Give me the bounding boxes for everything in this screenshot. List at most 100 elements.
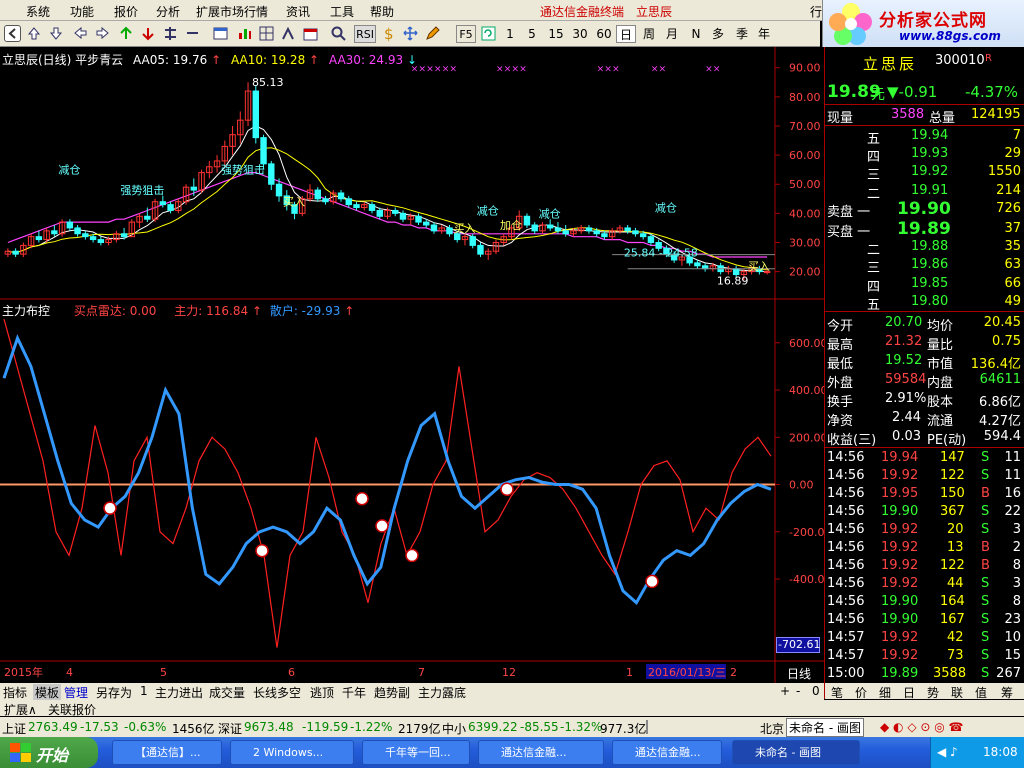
zoom-in-icon[interactable] bbox=[118, 25, 135, 42]
move-icon[interactable] bbox=[402, 25, 419, 42]
sell-row: 卖盘 一 19.90 726 bbox=[825, 199, 1024, 220]
back-icon[interactable] bbox=[4, 25, 21, 42]
stat-value: 59584 bbox=[885, 372, 927, 387]
tab-volume[interactable]: 成交量 bbox=[209, 684, 245, 701]
rsi-button[interactable]: RSI bbox=[354, 25, 376, 43]
drawing-icon[interactable] bbox=[280, 25, 297, 42]
kline-chart[interactable]: 90.0080.0070.0060.0050.0040.0030.0020.00… bbox=[0, 47, 824, 683]
candle bbox=[159, 201, 167, 206]
menu-extended-market[interactable]: 扩展市场行情 bbox=[196, 3, 268, 20]
task-paint[interactable]: 未命名 - 画图 bbox=[732, 740, 860, 765]
tab-millennium[interactable]: 千年 bbox=[342, 684, 366, 701]
tick-price: 19.90 bbox=[881, 594, 919, 609]
stat-label: 外盘 bbox=[827, 376, 854, 391]
menu-analysis[interactable]: 分析 bbox=[156, 3, 180, 20]
period-day[interactable]: 日 bbox=[616, 25, 636, 43]
tab-long-short[interactable]: 长线多空 bbox=[253, 684, 301, 701]
menu-news[interactable]: 资讯 bbox=[286, 3, 310, 20]
side-tab-price[interactable]: 价 bbox=[855, 684, 867, 701]
side-tab-detail[interactable]: 细 bbox=[879, 684, 891, 701]
period-quarter[interactable]: 季 bbox=[734, 25, 750, 43]
minus-icon[interactable]: - bbox=[796, 684, 800, 698]
ticker-icons[interactable]: ◆ ◐ ◇ ⊙ ◎ ☎ bbox=[880, 720, 963, 734]
period-15min[interactable]: 15 bbox=[546, 25, 566, 43]
menu-tools[interactable]: 工具 bbox=[330, 3, 354, 20]
period-60min[interactable]: 60 bbox=[594, 25, 614, 43]
calendar-icon[interactable] bbox=[302, 25, 319, 42]
tick-row: 14:56 19.92 44 S 3 bbox=[825, 575, 1024, 593]
plus-icon[interactable]: + bbox=[780, 684, 790, 698]
side-tab-trades[interactable]: 笔 bbox=[831, 684, 843, 701]
period-year[interactable]: 年 bbox=[756, 25, 772, 43]
period-1min[interactable]: 1 bbox=[502, 25, 518, 43]
pencil-icon[interactable] bbox=[424, 25, 441, 42]
orderbook-volume: 37 bbox=[1004, 221, 1021, 236]
tab-save-as[interactable]: 另存为 bbox=[96, 684, 132, 701]
f5-button[interactable]: F5 bbox=[456, 25, 476, 43]
period-month[interactable]: 月 bbox=[664, 25, 680, 43]
tab-indicator[interactable]: 指标 bbox=[3, 684, 27, 701]
menu-help[interactable]: 帮助 bbox=[370, 3, 394, 20]
right-icon[interactable] bbox=[94, 25, 111, 42]
related-quote[interactable]: 关联报价 bbox=[48, 701, 96, 718]
candle bbox=[35, 236, 43, 241]
task-tdx-2[interactable]: 通达信金融... bbox=[478, 740, 604, 765]
period-multi[interactable]: 多 bbox=[710, 25, 726, 43]
expand-icon[interactable] bbox=[162, 25, 179, 42]
zero-icon[interactable]: 0 bbox=[812, 684, 820, 698]
task-millennium[interactable]: 千年等一回... bbox=[362, 740, 470, 765]
extend-toggle[interactable]: 扩展∧ bbox=[4, 701, 37, 718]
orderbook-price: 19.94 bbox=[911, 128, 949, 143]
chart-annotation: 85.13 bbox=[252, 76, 284, 89]
buy-signal-marker bbox=[103, 501, 117, 515]
tick-side: S bbox=[981, 468, 990, 483]
window-icon[interactable] bbox=[212, 25, 229, 42]
refresh-icon[interactable] bbox=[480, 25, 497, 42]
chart-area[interactable]: 90.00 80.00 70.00 60.00 50.00 40.00 30.00 20.00… bbox=[0, 47, 824, 683]
magnify-icon[interactable] bbox=[330, 25, 347, 42]
down-icon[interactable] bbox=[48, 25, 65, 42]
up-icon[interactable] bbox=[26, 25, 43, 42]
task-windows[interactable]: 2 Windows... bbox=[230, 740, 354, 765]
left-icon[interactable] bbox=[72, 25, 89, 42]
tab-1[interactable]: 1 bbox=[140, 684, 148, 698]
period-week[interactable]: 周 bbox=[640, 25, 658, 43]
tab-manage[interactable]: 管理 bbox=[64, 684, 88, 701]
period-n[interactable]: N bbox=[688, 25, 704, 43]
start-button[interactable]: 开始 bbox=[0, 737, 98, 768]
task-tdx-3[interactable]: 通达信金融... bbox=[612, 740, 722, 765]
tray-icons[interactable]: ◀ ♪ bbox=[937, 745, 958, 759]
stat-label: 市值 bbox=[927, 357, 954, 372]
chart-annotation: 买入 bbox=[283, 196, 305, 209]
tick-count: 23 bbox=[1004, 612, 1021, 627]
period-30min[interactable]: 30 bbox=[570, 25, 590, 43]
clock: 18:08 bbox=[983, 745, 1018, 759]
tab-escape-top[interactable]: 逃顶 bbox=[310, 684, 334, 701]
tick-price: 19.92 bbox=[881, 540, 919, 555]
tick-row: 14:56 19.92 122 S 11 bbox=[825, 467, 1024, 485]
side-tab-value[interactable]: 值 bbox=[975, 684, 987, 701]
side-tab-chips[interactable]: 筹 bbox=[1001, 684, 1013, 701]
candle bbox=[647, 236, 655, 243]
menu-quote[interactable]: 报价 bbox=[114, 3, 138, 20]
menu-function[interactable]: 功能 bbox=[70, 3, 94, 20]
dollar-icon[interactable]: $ bbox=[380, 25, 397, 43]
tab-main-flow[interactable]: 主力进出 bbox=[155, 684, 203, 701]
tab-template[interactable]: 模板 bbox=[33, 684, 62, 701]
task-tdx-1[interactable]: 【通达信】... bbox=[112, 740, 222, 765]
tab-main-bottom[interactable]: 主力露底 bbox=[418, 684, 466, 701]
stat-value: 20.70 bbox=[885, 315, 923, 330]
tab-trend-sub[interactable]: 趋势副 bbox=[374, 684, 410, 701]
chart-icon[interactable] bbox=[236, 25, 253, 42]
side-tab-link[interactable]: 联 bbox=[951, 684, 963, 701]
side-tab-day[interactable]: 日 bbox=[903, 684, 915, 701]
shrink-icon[interactable] bbox=[184, 25, 201, 42]
side-tab-trend[interactable]: 势 bbox=[927, 684, 939, 701]
extension-bar: 扩展∧ 关联报价 bbox=[0, 700, 1024, 718]
grid-icon[interactable] bbox=[258, 25, 275, 42]
logo-text: 分析家公式网 bbox=[879, 11, 987, 31]
zoom-out-icon[interactable] bbox=[140, 25, 157, 42]
menu-system[interactable]: 系统 bbox=[26, 3, 50, 20]
period-5min[interactable]: 5 bbox=[524, 25, 540, 43]
candle bbox=[585, 227, 593, 232]
